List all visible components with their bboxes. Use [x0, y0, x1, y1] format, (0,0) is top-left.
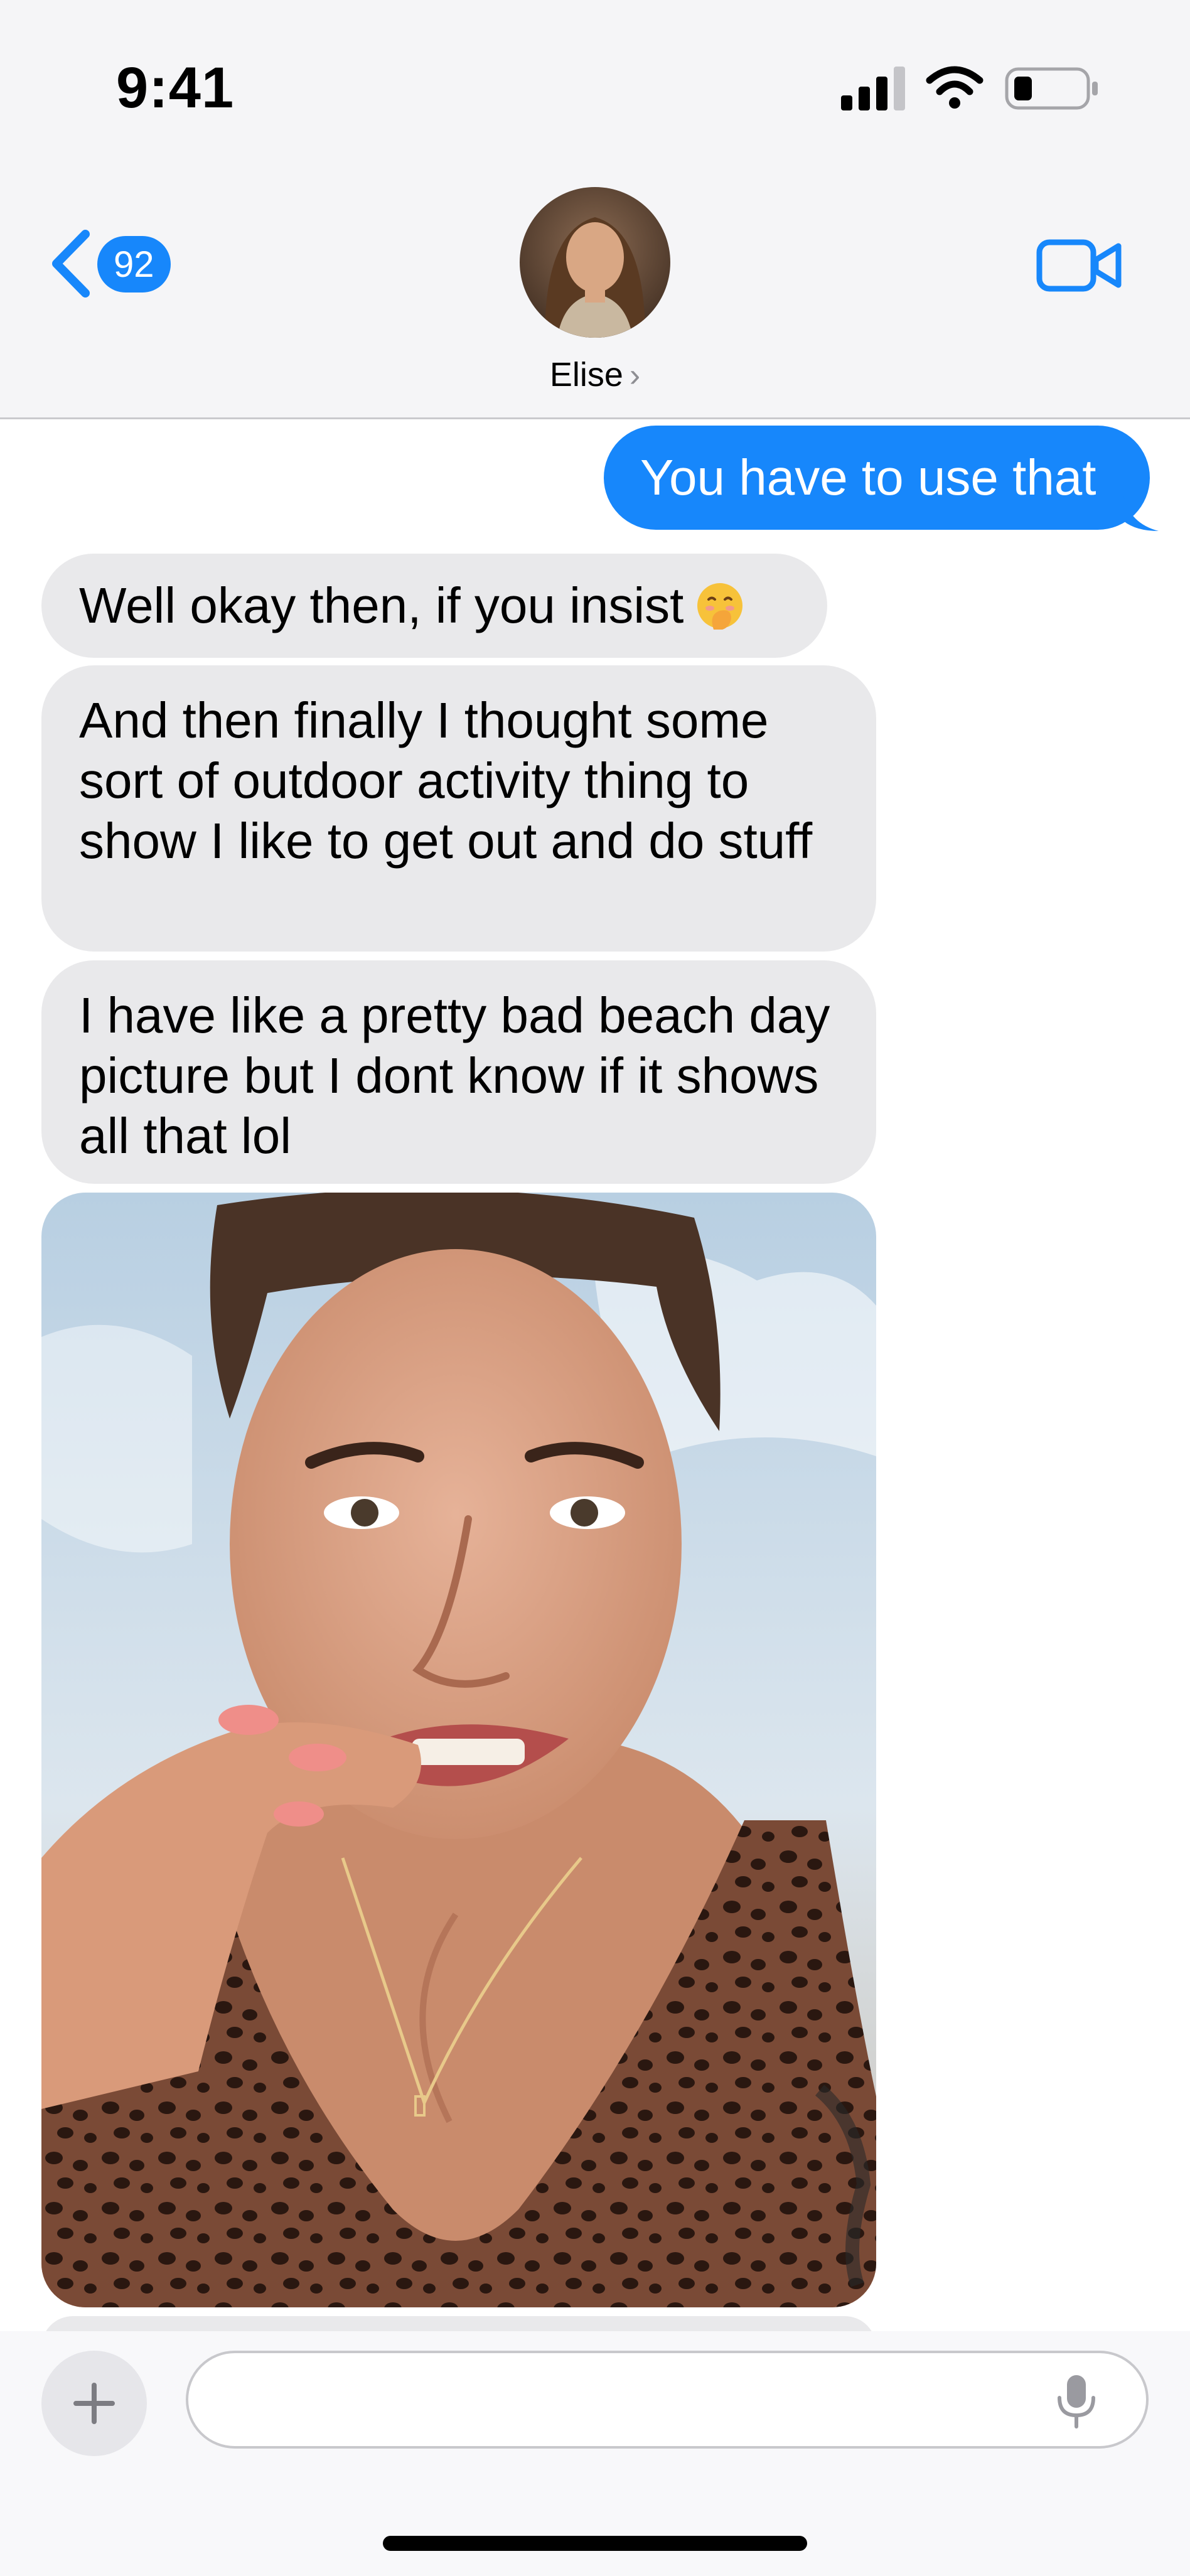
battery-icon	[1005, 67, 1098, 110]
avatar-photo	[520, 187, 670, 338]
sent-message[interactable]: You have to use that	[604, 426, 1150, 530]
unread-count-badge[interactable]: 92	[97, 236, 171, 292]
conversation-header: 9:41 92 Elise ›	[0, 0, 1190, 419]
chevron-right-icon: ›	[629, 357, 641, 394]
message-input[interactable]	[186, 2351, 1149, 2449]
wifi-icon	[926, 66, 984, 109]
add-attachment-button[interactable]	[41, 2351, 147, 2456]
messages-screen: 9:41 92 Elise › You have to use that Wel…	[0, 0, 1190, 2576]
message-text: Well okay then, if you insist	[79, 577, 684, 633]
beach-selfie-image	[41, 1193, 876, 2307]
home-indicator	[383, 2536, 807, 2551]
received-message[interactable]: Well okay then, if you insist	[41, 554, 827, 658]
plus-icon	[73, 2383, 115, 2424]
message-text: And then finally I thought some sort of …	[79, 692, 813, 869]
status-time: 9:41	[116, 56, 235, 120]
contact-name[interactable]: Elise ›	[0, 355, 1190, 394]
status-icons	[841, 66, 1098, 110]
microphone-icon[interactable]	[1054, 2373, 1098, 2429]
photo-attachment[interactable]	[41, 1193, 876, 2307]
received-message[interactable]: I have like a pretty bad beach day pictu…	[41, 960, 876, 1184]
face-with-hand-over-mouth-icon	[697, 583, 743, 630]
video-call-icon[interactable]	[1036, 237, 1123, 294]
contact-avatar[interactable]	[520, 187, 670, 338]
bubble-tail	[1123, 496, 1159, 531]
cellular-signal-icon	[841, 67, 905, 110]
chevron-left-icon	[52, 230, 90, 298]
contact-name-text[interactable]: Elise	[550, 356, 623, 394]
received-message[interactable]: And then finally I thought some sort of …	[41, 665, 876, 952]
message-text: I have like a pretty bad beach day pictu…	[79, 987, 830, 1164]
message-text: You have to use that	[640, 449, 1096, 505]
